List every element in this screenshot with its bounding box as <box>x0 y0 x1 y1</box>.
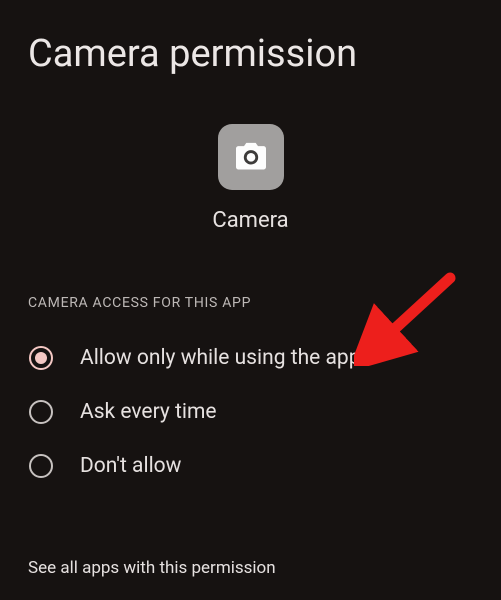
option-label: Don't allow <box>80 454 181 478</box>
app-icon-box <box>218 124 284 190</box>
section-header: CAMERA ACCESS FOR THIS APP <box>0 295 501 311</box>
app-section: Camera <box>0 124 501 233</box>
option-dont-allow[interactable]: Don't allow <box>18 439 483 493</box>
camera-icon <box>231 137 271 177</box>
options-list: Allow only while using the app Ask every… <box>0 331 501 493</box>
page-title: Camera permission <box>0 0 501 86</box>
see-all-apps-link[interactable]: See all apps with this permission <box>28 558 276 578</box>
option-allow-while-using[interactable]: Allow only while using the app <box>18 331 483 385</box>
radio-icon <box>28 453 54 479</box>
radio-icon <box>28 399 54 425</box>
option-label: Allow only while using the app <box>80 346 361 370</box>
option-ask-every-time[interactable]: Ask every time <box>18 385 483 439</box>
radio-icon-selected <box>28 345 54 371</box>
app-name: Camera <box>212 208 288 233</box>
option-label: Ask every time <box>80 400 217 424</box>
